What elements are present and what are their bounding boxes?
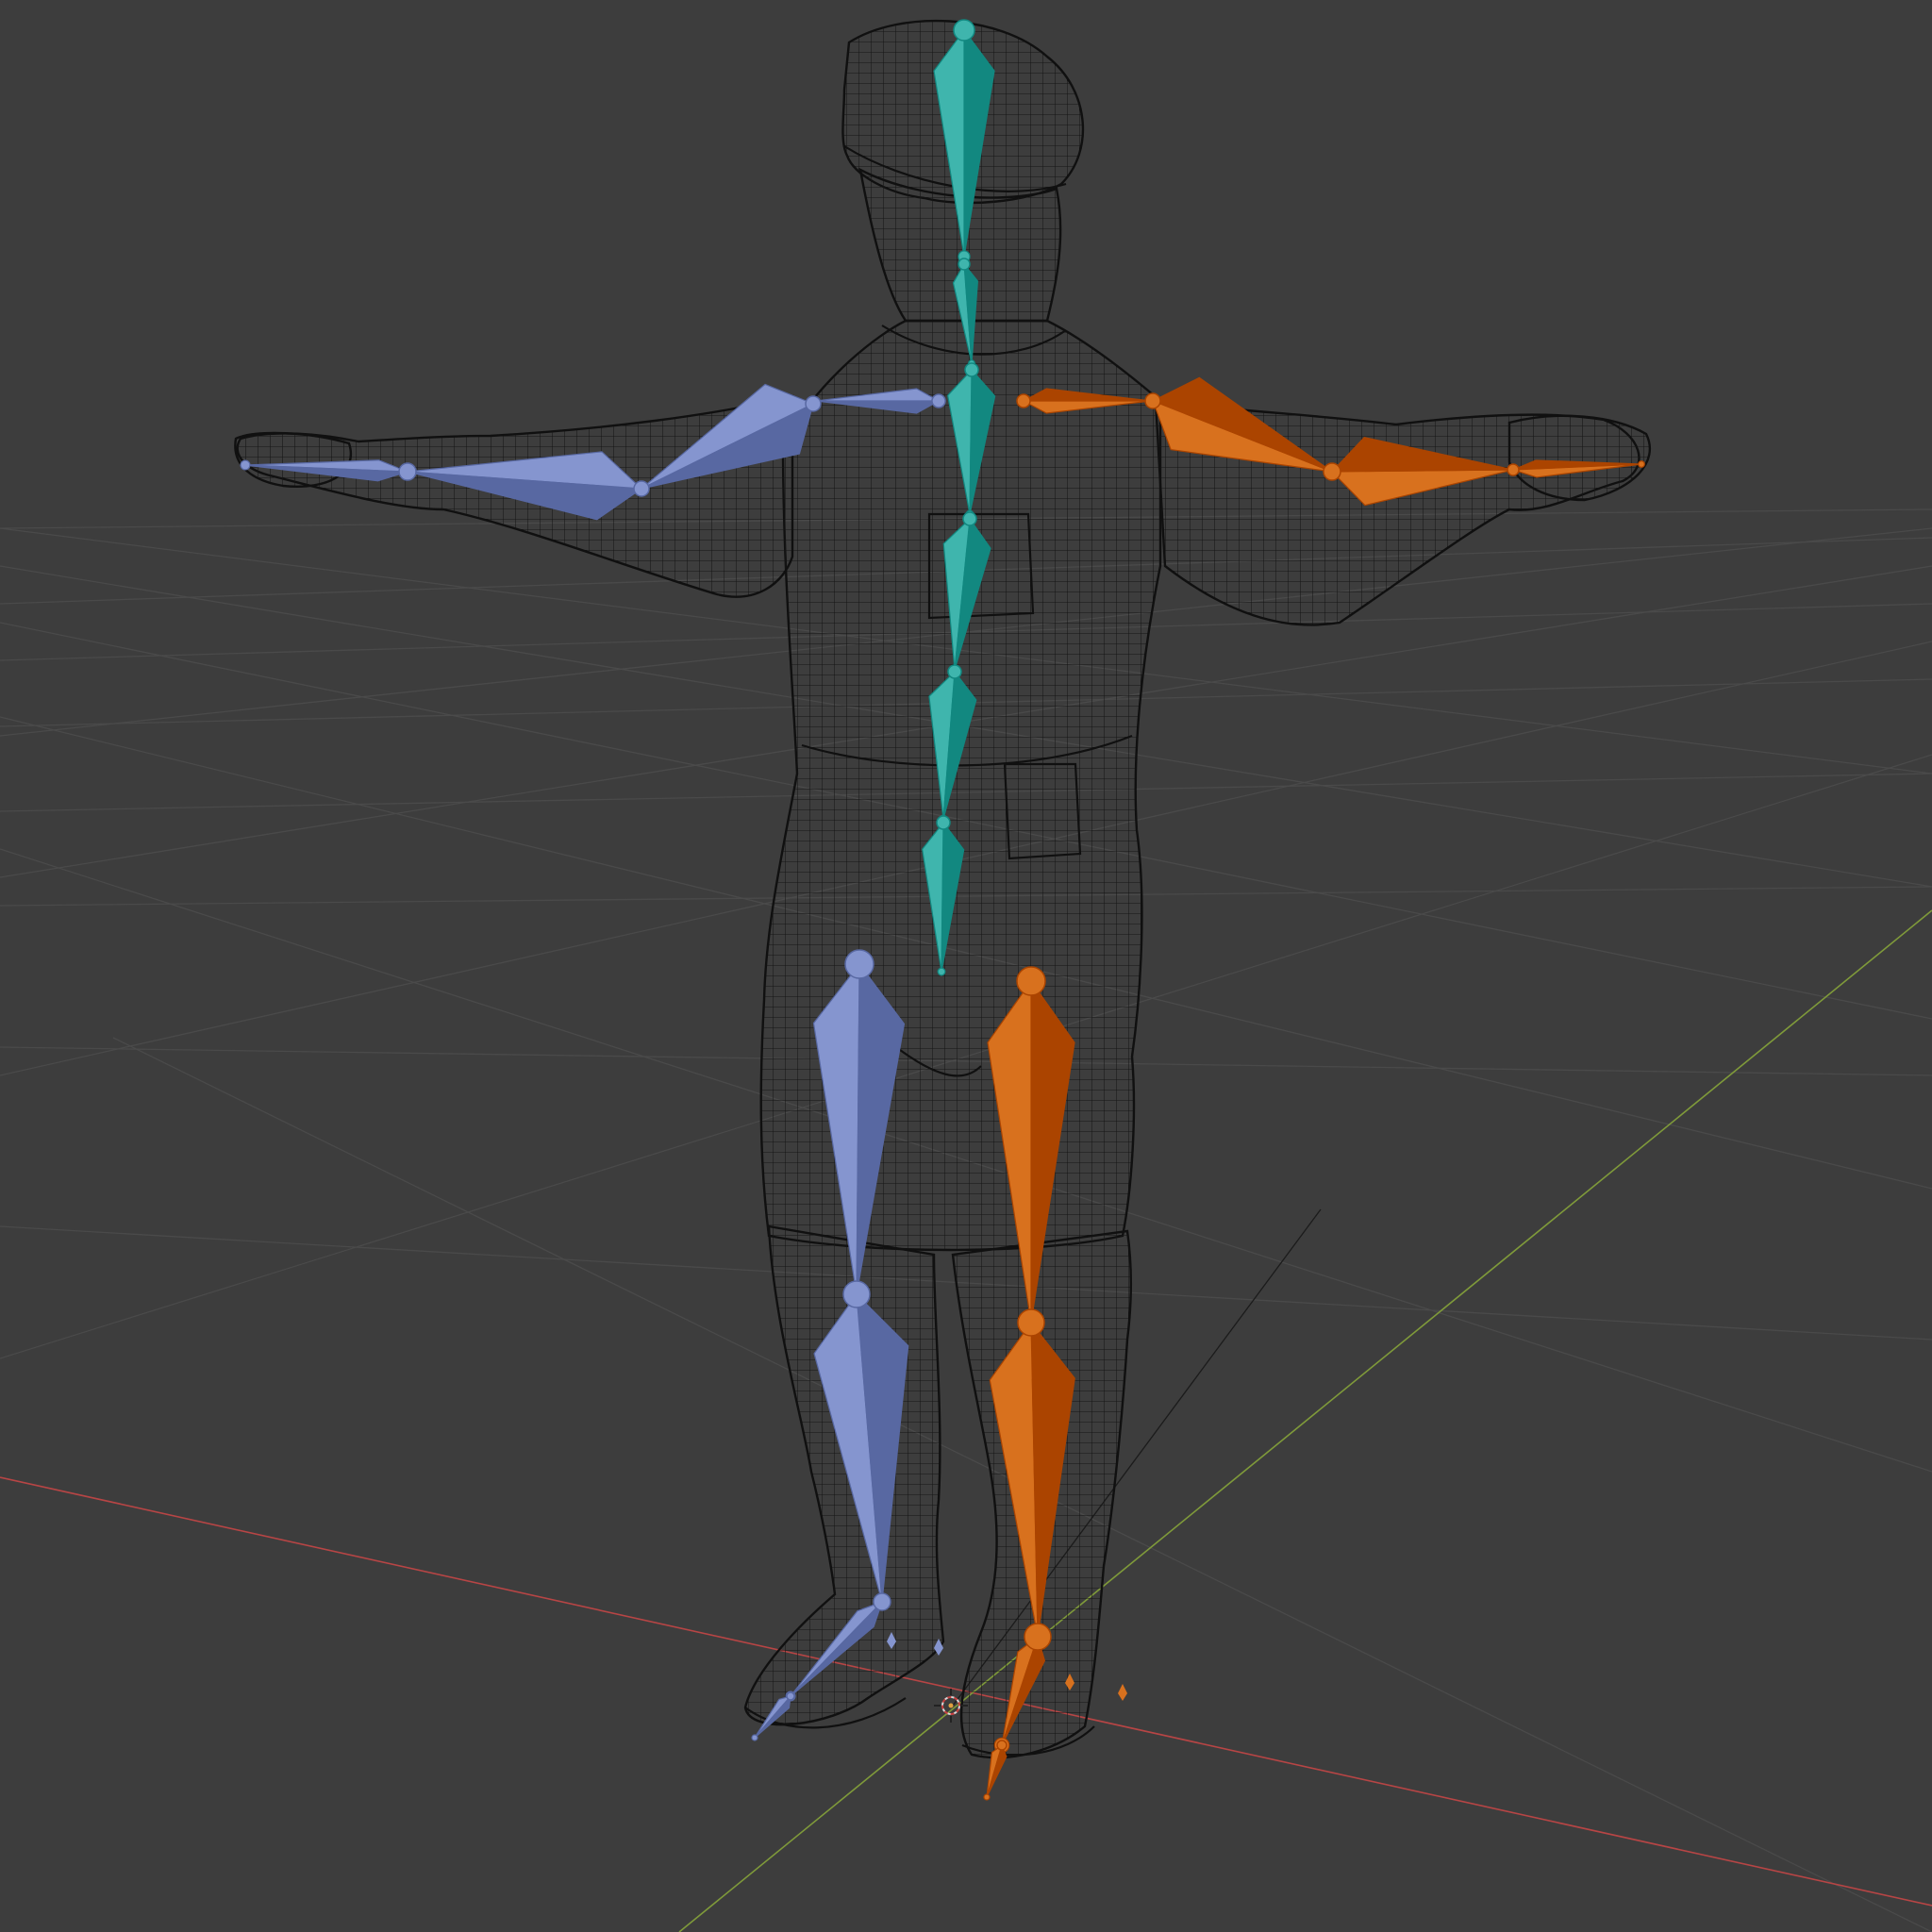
bone-thigh-right-head-joint[interactable] xyxy=(1016,966,1046,996)
bone-spine-1-head-joint[interactable] xyxy=(947,664,962,679)
bone-hand-right-head-joint[interactable] xyxy=(1507,463,1520,476)
bone-thigh-left-head-joint[interactable] xyxy=(844,949,874,979)
bone-head-head-joint[interactable] xyxy=(953,19,975,42)
bone-foot-right-head-joint[interactable] xyxy=(1024,1623,1052,1651)
bone-hips-head-joint[interactable] xyxy=(936,815,951,830)
bone-shin-left-head-joint[interactable] xyxy=(842,1280,871,1308)
bone-upper-arm-left-head-joint[interactable] xyxy=(805,395,822,412)
bone-shoulder-right-head-joint[interactable] xyxy=(1016,393,1031,408)
bone-hand-left-tail-joint[interactable] xyxy=(240,459,251,471)
mesh-hand-right xyxy=(1507,414,1652,502)
bone-toe-left-head-joint[interactable] xyxy=(786,1691,795,1701)
bone-hips-tail-joint[interactable] xyxy=(937,967,946,976)
bone-hand-right-tail-joint[interactable] xyxy=(1638,460,1645,468)
bone-ik-control[interactable] xyxy=(1118,1684,1127,1701)
bone-spine-3-head-joint[interactable] xyxy=(964,362,979,377)
3d-viewport[interactable] xyxy=(0,0,1932,1932)
bone-toe-left-tail-joint[interactable] xyxy=(751,1734,758,1741)
bone-toe-right-head-joint[interactable] xyxy=(996,1740,1008,1751)
bone-upper-arm-right-head-joint[interactable] xyxy=(1144,392,1161,409)
bone-neck-head-joint[interactable] xyxy=(958,258,971,271)
viewport-scene[interactable] xyxy=(0,0,1932,1932)
bone-forearm-left-head-joint[interactable] xyxy=(633,480,650,497)
bone-hand-left-head-joint[interactable] xyxy=(398,462,417,481)
bone-spine-2-head-joint[interactable] xyxy=(962,511,977,526)
bone-shin-right-head-joint[interactable] xyxy=(1017,1308,1045,1337)
bone-shoulder-left-head-joint[interactable] xyxy=(931,393,946,408)
bone-foot-left-head-joint[interactable] xyxy=(873,1592,891,1611)
mesh-hand-left xyxy=(234,431,352,488)
bone-toe-right-tail-joint[interactable] xyxy=(983,1793,991,1801)
bone-forearm-right-head-joint[interactable] xyxy=(1323,462,1341,481)
